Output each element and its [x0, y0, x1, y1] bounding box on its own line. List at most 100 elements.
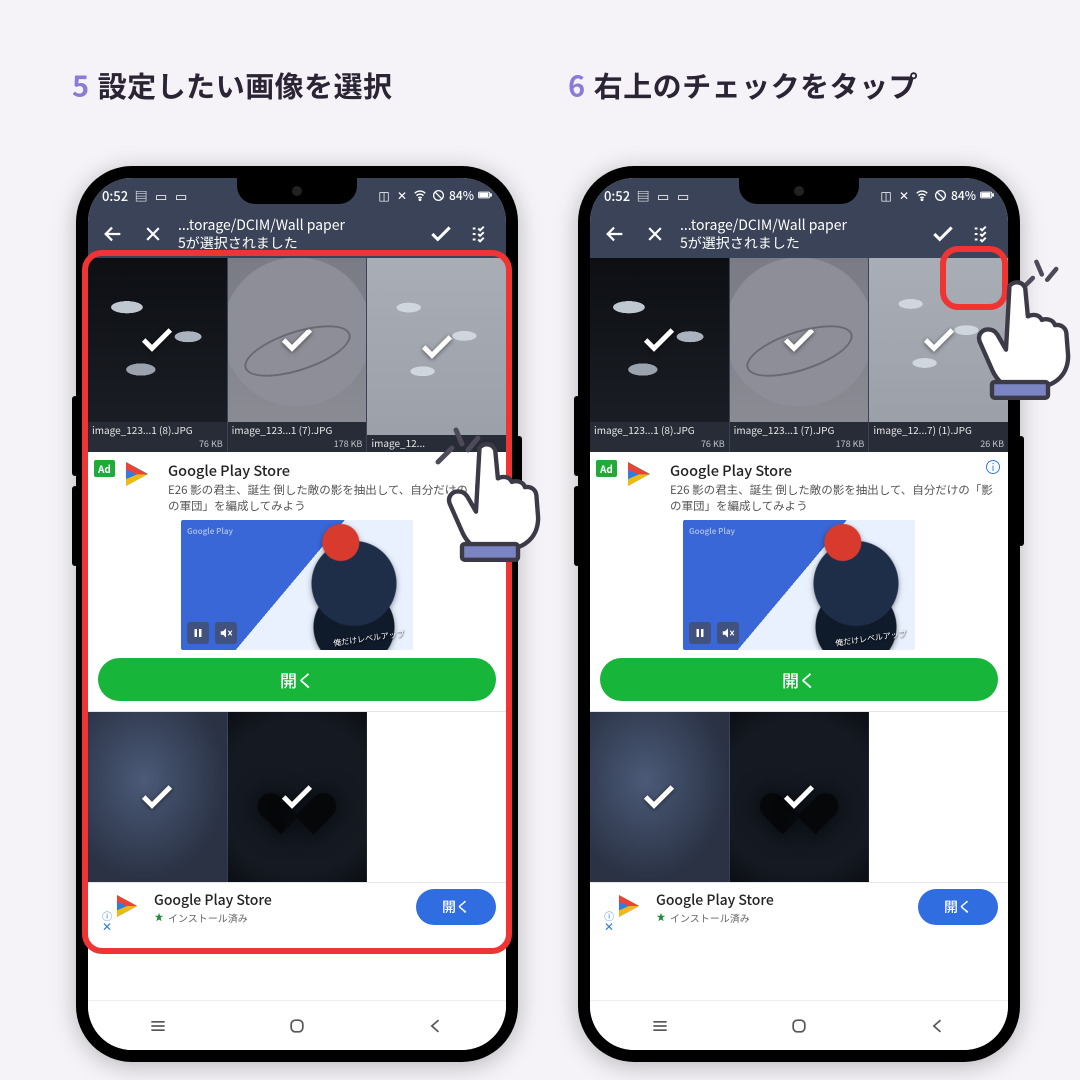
select-all-button[interactable]: [968, 219, 998, 249]
selected-check-icon: [88, 258, 227, 422]
footer-ad: ⓘ ✕ Google Play Store インストール済み 開く: [88, 882, 506, 931]
selection-count: 5が選択されました: [178, 234, 416, 252]
thumbnail-item[interactable]: [228, 712, 368, 882]
play-store-icon: [114, 892, 144, 922]
wifi-icon: [915, 188, 929, 202]
android-nav-bar: [88, 1000, 506, 1050]
confirm-check-button[interactable]: [928, 219, 958, 249]
footer-ad-installed: インストール済み: [154, 910, 272, 925]
phone-mockup-left: 0:52 ▤ ▭ ▭ ◫ ✕ 84% ...torage/DCI: [76, 166, 518, 1062]
thumbnail-row-2: [590, 712, 1008, 882]
footer-ad-open-button[interactable]: 開く: [918, 889, 998, 925]
ad-play-tag: Google Play: [689, 526, 735, 537]
footer-ad-installed: インストール済み: [656, 910, 774, 925]
thumbnail-filesize: 26 KB: [869, 437, 1008, 452]
footer-ad-open-button[interactable]: 開く: [416, 889, 496, 925]
thumbnail-filesize: 178 KB: [730, 437, 869, 452]
status-battery: 84%: [449, 187, 474, 204]
ad-description: E26 影の君主、誕生 倒した敵の影を抽出して、自分だけの「影の軍団」を編成して…: [168, 483, 496, 514]
confirm-check-button[interactable]: [426, 219, 456, 249]
thumbnail-item[interactable]: [730, 712, 870, 882]
app-bar: ...torage/DCIM/Wall paper 5が選択されました: [88, 212, 506, 258]
ad-description: E26 影の君主、誕生 倒した敵の影を抽出して、自分だけの「影の軍団」を編成して…: [670, 483, 998, 514]
path-label: ...torage/DCIM/Wall paper: [680, 216, 918, 234]
thumbnail-image: [88, 258, 227, 422]
phone-volume-button: [72, 486, 78, 566]
thumbnail-image: [730, 258, 869, 422]
mute-icon: ✕: [897, 188, 911, 202]
step-5-caption: 5設定したい画像を選択: [72, 64, 393, 106]
android-nav-bar: [590, 1000, 1008, 1050]
ad-play-tag: Google Play: [187, 526, 233, 537]
thumbnail-item[interactable]: image_123...1 (7).JPG 178 KB: [730, 258, 870, 452]
status-battery: 84%: [951, 187, 976, 204]
battery-icon: [478, 188, 492, 202]
ad-close-icon[interactable]: ✕: [604, 918, 614, 935]
selected-check-icon: [88, 712, 227, 882]
nav-back-button[interactable]: [401, 1009, 471, 1043]
mute-button[interactable]: [717, 622, 739, 644]
select-all-button[interactable]: [466, 219, 496, 249]
thumbnail-filename: image_123...1 (7).JPG: [228, 422, 367, 437]
ad-video[interactable]: Google Play 俺だけレベルアップ: [181, 520, 413, 650]
message-icon: ▭: [656, 188, 670, 202]
phone-volume-button: [574, 396, 580, 476]
thumbnail-item[interactable]: image_123...1 (7).JPG 178 KB: [228, 258, 368, 452]
step-number: 6: [568, 64, 586, 106]
dnd-icon: [933, 188, 947, 202]
dnd-icon: [431, 188, 445, 202]
thumbnail-image: [228, 258, 367, 422]
ad-video[interactable]: Google Play 俺だけレベルアップ: [683, 520, 915, 650]
status-time: 0:52: [604, 186, 630, 205]
wifi-icon: [413, 188, 427, 202]
phone-power-button: [1018, 436, 1024, 546]
mute-button[interactable]: [215, 622, 237, 644]
thumbnail-filename: image_123...1 (7).JPG: [730, 422, 869, 437]
phone-power-button: [516, 436, 522, 546]
play-store-icon: [124, 460, 158, 494]
close-button[interactable]: [640, 219, 670, 249]
thumbnail-filename: image_12...7) (1).JPG: [869, 422, 1008, 437]
thumbnail-item[interactable]: image_123...1 (8).JPG 76 KB: [88, 258, 228, 452]
close-button[interactable]: [138, 219, 168, 249]
ad-close-icon[interactable]: ✕: [102, 918, 112, 935]
selected-check-icon: [228, 712, 367, 882]
nav-home-button[interactable]: [764, 1009, 834, 1043]
battery-icon: [980, 188, 994, 202]
thumbnail-filename: image_123...1 (8).JPG: [590, 422, 729, 437]
ad-badge: Ad: [596, 460, 617, 477]
image-icon: ▤: [134, 188, 148, 202]
nav-back-button[interactable]: [903, 1009, 973, 1043]
phone-volume-button: [574, 486, 580, 566]
ad-open-button[interactable]: 開く: [98, 658, 496, 701]
selected-check-icon: [590, 712, 729, 882]
thumbnail-filesize: 76 KB: [590, 437, 729, 452]
thumbnail-item[interactable]: image_123...1 (8).JPG 76 KB: [590, 258, 730, 452]
tap-burst-icon: [1013, 251, 1067, 305]
tap-burst-icon: [430, 418, 490, 478]
ad-open-button[interactable]: 開く: [600, 658, 998, 701]
back-button[interactable]: [98, 219, 128, 249]
selection-count: 5が選択されました: [680, 234, 918, 252]
thumbnail-item[interactable]: image_12...7) (1).JPG 26 KB: [869, 258, 1008, 452]
step-text: 右上のチェックをタップ: [594, 64, 919, 106]
selected-check-icon: [590, 258, 729, 422]
screen: 0:52 ▤ ▭ ▭ ◫ ✕ 84% ...torage/DCI: [590, 178, 1008, 1050]
play-store-icon: [616, 892, 646, 922]
status-time: 0:52: [102, 186, 128, 205]
thumbnail-item[interactable]: [88, 712, 228, 882]
nav-recents-button[interactable]: [123, 1009, 193, 1043]
pause-button[interactable]: [689, 622, 711, 644]
phone-volume-button: [72, 396, 78, 476]
nav-recents-button[interactable]: [625, 1009, 695, 1043]
thumbnail-row-1: image_123...1 (8).JPG 76 KB image_123...…: [590, 258, 1008, 452]
chat-icon: ▭: [676, 188, 690, 202]
thumbnail-item[interactable]: [590, 712, 730, 882]
pause-button[interactable]: [187, 622, 209, 644]
back-button[interactable]: [600, 219, 630, 249]
thumbnail-filesize: 76 KB: [88, 437, 227, 452]
selected-check-icon: [367, 258, 506, 435]
nav-home-button[interactable]: [262, 1009, 332, 1043]
vibrate-icon: ◫: [377, 188, 391, 202]
thumbnail-filesize: 178 KB: [228, 437, 367, 452]
